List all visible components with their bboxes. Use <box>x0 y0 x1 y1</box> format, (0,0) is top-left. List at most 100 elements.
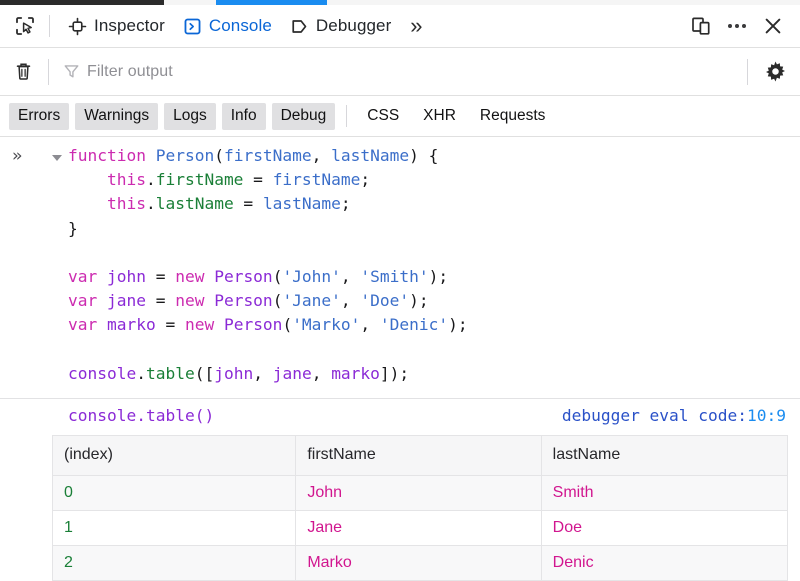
filter-chip-css[interactable]: CSS <box>358 103 408 130</box>
code-token: firstName <box>224 146 312 165</box>
tab-debugger-label: Debugger <box>316 16 391 36</box>
code-token: , <box>312 146 332 165</box>
funnel-icon <box>63 63 80 80</box>
code-token: 'Smith' <box>360 267 428 286</box>
trash-icon <box>13 61 34 82</box>
code-token: john <box>107 267 146 286</box>
code-token <box>68 194 107 213</box>
console-input-editor[interactable]: » function Person(firstName, lastName) {… <box>0 137 800 399</box>
devtools-toolbar: Inspector Console Debugger » <box>0 5 800 48</box>
code-token: , <box>341 291 361 310</box>
more-options-icon <box>728 24 732 28</box>
code-token: = <box>234 194 263 213</box>
code-token: . <box>146 170 156 189</box>
code-token: ) { <box>409 146 438 165</box>
tab-console[interactable]: Console <box>174 5 281 47</box>
debugger-tag-icon <box>290 17 309 36</box>
code-token: . <box>136 364 146 383</box>
filter-chip-requests[interactable]: Requests <box>471 103 554 130</box>
filter-chip-info[interactable]: Info <box>222 103 266 130</box>
more-options-icon <box>742 24 746 28</box>
cell-index: 0 <box>53 476 296 511</box>
code-token: ]); <box>380 364 409 383</box>
filter-chip-logs[interactable]: Logs <box>164 103 216 130</box>
code-token <box>68 170 107 189</box>
more-options-button[interactable] <box>716 24 758 28</box>
code-token: } <box>68 219 78 238</box>
column-header-lastname[interactable]: lastName <box>541 436 787 476</box>
column-header-firstname[interactable]: firstName <box>296 436 541 476</box>
filter-chip-debug[interactable]: Debug <box>272 103 336 130</box>
filter-chip-xhr[interactable]: XHR <box>414 103 465 130</box>
tab-console-label: Console <box>209 16 272 36</box>
code-token: ; <box>341 194 351 213</box>
code-token: this <box>107 194 146 213</box>
filter-output-placeholder: Filter output <box>87 63 173 81</box>
accent-segment-active-console <box>216 0 327 5</box>
inspector-target-icon <box>68 17 87 36</box>
console-prompt-chevron-icon: » <box>12 146 21 166</box>
code-token: function <box>68 146 156 165</box>
more-tools-chevron-icon[interactable]: » <box>400 10 432 42</box>
cell-firstname: John <box>296 476 541 511</box>
responsive-design-mode-button[interactable] <box>686 11 716 41</box>
console-table-container: (index) firstName lastName 0JohnSmith1Ja… <box>0 427 800 581</box>
code-token: , <box>312 364 332 383</box>
chips-divider <box>346 105 347 127</box>
clear-console-button[interactable] <box>8 57 38 87</box>
code-token: new <box>175 291 214 310</box>
tab-debugger[interactable]: Debugger <box>281 5 400 47</box>
console-message-source[interactable]: debugger eval code:10:9 <box>562 405 786 427</box>
cell-firstname: Marko <box>296 546 541 581</box>
code-token: marko <box>107 315 156 334</box>
console-table-body: 0JohnSmith1JaneDoe2MarkoDenic <box>53 476 788 581</box>
code-token: ( <box>273 267 283 286</box>
pick-element-button[interactable] <box>10 11 40 41</box>
cell-lastname: Denic <box>541 546 787 581</box>
code-token: this <box>107 170 146 189</box>
source-file: debugger eval code: <box>562 406 747 425</box>
console-settings-button[interactable] <box>760 57 790 87</box>
code-token: , <box>360 315 380 334</box>
code-token: ( <box>282 315 292 334</box>
expand-twisty-icon[interactable] <box>52 155 62 161</box>
filter-chip-warnings[interactable]: Warnings <box>75 103 158 130</box>
cell-firstname: Jane <box>296 511 541 546</box>
code-token: 'Doe' <box>360 291 409 310</box>
console-prompt-icon <box>183 17 202 36</box>
code-token: 'John' <box>282 267 340 286</box>
settings-divider <box>747 59 748 85</box>
console-table-head: (index) firstName lastName <box>53 436 788 476</box>
cell-index: 1 <box>53 511 296 546</box>
filter-chip-errors[interactable]: Errors <box>9 103 69 130</box>
code-token: , <box>253 364 273 383</box>
close-devtools-button[interactable] <box>758 11 788 41</box>
code-token: ; <box>360 170 370 189</box>
code-token: Person <box>214 291 272 310</box>
code-token: ([ <box>195 364 215 383</box>
code-token: 'Denic' <box>380 315 448 334</box>
code-token: ); <box>429 267 449 286</box>
tab-inspector[interactable]: Inspector <box>59 5 174 47</box>
cell-index: 2 <box>53 546 296 581</box>
column-header-index[interactable]: (index) <box>53 436 296 476</box>
code-token: marko <box>331 364 380 383</box>
table-row[interactable]: 2MarkoDenic <box>53 546 788 581</box>
console-input-code[interactable]: function Person(firstName, lastName) { t… <box>0 144 800 386</box>
code-token: firstName <box>273 170 361 189</box>
code-token: john <box>214 364 253 383</box>
table-row[interactable]: 0JohnSmith <box>53 476 788 511</box>
code-token: jane <box>107 291 146 310</box>
code-token: = <box>146 267 175 286</box>
console-filter-bar: Filter output <box>0 48 800 96</box>
code-token: ( <box>214 146 224 165</box>
code-token: firstName <box>156 170 244 189</box>
table-row[interactable]: 1JaneDoe <box>53 511 788 546</box>
code-token: console <box>68 364 136 383</box>
code-token: ); <box>448 315 468 334</box>
code-token: lastName <box>156 194 234 213</box>
responsive-design-mode-icon <box>690 15 712 37</box>
cell-lastname: Smith <box>541 476 787 511</box>
filter-output-input[interactable]: Filter output <box>63 63 737 81</box>
code-token: ); <box>409 291 429 310</box>
